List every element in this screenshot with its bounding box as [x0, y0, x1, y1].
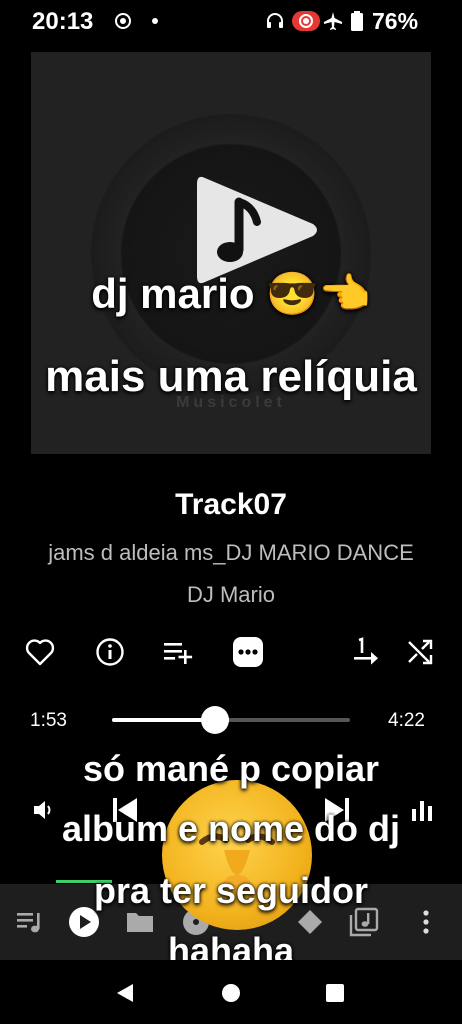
- track-artist[interactable]: DJ Mario: [0, 582, 462, 608]
- info-icon: [96, 638, 124, 666]
- back-button[interactable]: [110, 978, 140, 1008]
- recents-icon: [326, 984, 344, 1002]
- repeat-one-icon: [354, 637, 378, 665]
- shuffle-icon: [408, 639, 433, 665]
- back-icon: [117, 984, 133, 1002]
- overlay-caption-3: só mané p copiar: [82, 748, 380, 789]
- home-button[interactable]: [216, 978, 246, 1008]
- home-icon: [222, 984, 240, 1002]
- status-time: 20:13: [32, 8, 94, 35]
- duration-time: 4:22: [388, 710, 425, 731]
- airplane-icon: [322, 10, 344, 32]
- playlist-add-icon: [164, 643, 193, 664]
- overlay-caption-1: dj mario 😎👈: [91, 270, 371, 317]
- overlay-caption-4: album e nome do dj: [61, 808, 401, 849]
- more-button[interactable]: [230, 634, 266, 670]
- track-title: Track07: [175, 488, 287, 521]
- favorite-button[interactable]: [22, 634, 58, 670]
- add-to-queue-button[interactable]: [160, 634, 196, 670]
- overlay-caption-2: mais uma relíquia: [45, 352, 417, 401]
- record-icon: [292, 10, 320, 32]
- dot-icon: [144, 10, 166, 32]
- battery-percent: 76%: [372, 8, 419, 34]
- info-button[interactable]: [92, 634, 128, 670]
- seek-thumb[interactable]: [201, 706, 229, 734]
- battery-icon: [350, 10, 364, 32]
- seek-progress: [112, 718, 215, 722]
- track-album[interactable]: jams d aldeia ms_DJ MARIO DANCE: [0, 540, 462, 566]
- gps-icon: [112, 10, 134, 32]
- recents-button[interactable]: [320, 978, 350, 1008]
- current-time: 1:53: [30, 710, 67, 731]
- heart-icon: [25, 639, 55, 666]
- shuffle-button[interactable]: [402, 634, 438, 670]
- repeat-button[interactable]: [348, 634, 384, 670]
- headphones-icon: [264, 10, 286, 32]
- overlay-caption-5: pra ter seguidor: [93, 870, 369, 911]
- status-bar: 20:13 76%: [0, 0, 462, 44]
- more-icon: [233, 637, 263, 667]
